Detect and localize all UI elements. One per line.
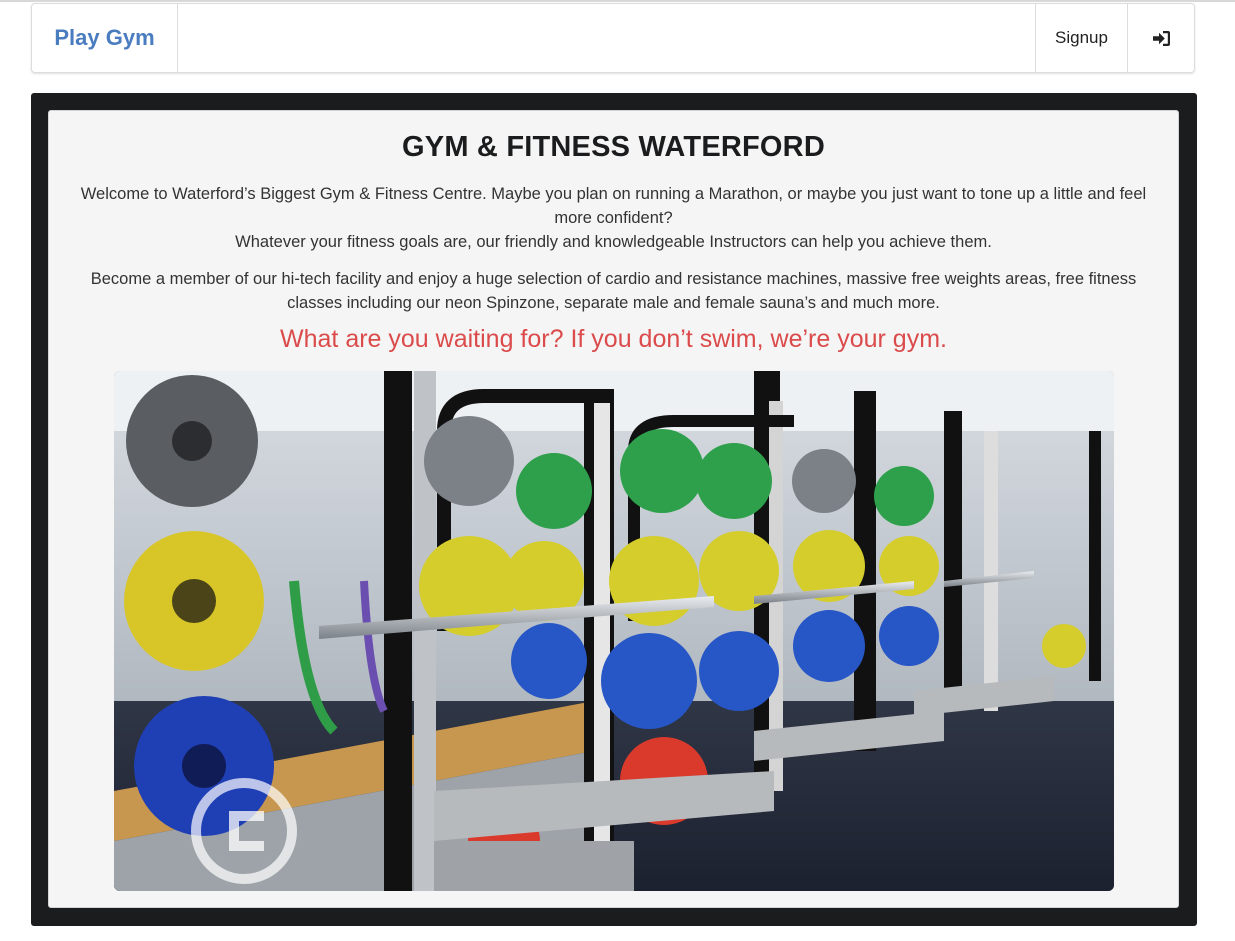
navbar: Play Gym Signup xyxy=(31,3,1195,73)
membership-paragraph: Become a member of our hi-tech facility … xyxy=(90,270,1137,312)
brand-link[interactable]: Play Gym xyxy=(32,4,178,72)
signup-link[interactable]: Signup xyxy=(1035,4,1127,72)
nav-right-menu: Signup xyxy=(1035,4,1194,72)
hero-frame: GYM & FITNESS WATERFORD Welcome to Water… xyxy=(31,93,1197,926)
intro-paragraph-line1: Welcome to Waterford’s Biggest Gym & Fit… xyxy=(80,185,1147,227)
gym-photo xyxy=(114,371,1114,891)
intro-paragraph-line2: Whatever your fitness goals are, our fri… xyxy=(235,233,992,251)
gym-photo-illustration xyxy=(114,371,1114,891)
tagline: What are you waiting for? If you don’t s… xyxy=(280,325,947,353)
hero-panel: GYM & FITNESS WATERFORD Welcome to Water… xyxy=(48,110,1179,908)
sign-in-icon xyxy=(1152,30,1171,47)
page-title: GYM & FITNESS WATERFORD xyxy=(402,131,825,163)
login-button[interactable] xyxy=(1127,4,1194,72)
top-border xyxy=(0,0,1235,2)
